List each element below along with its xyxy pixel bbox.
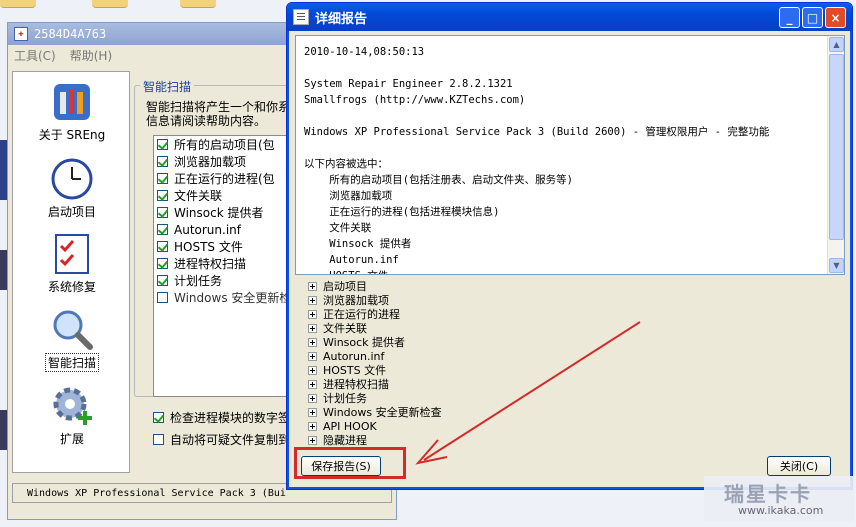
watermark: 瑞星卡卡 www.ikaka.com	[704, 476, 854, 522]
watermark-brand: 瑞星卡卡	[724, 482, 812, 506]
watermark-url: www.ikaka.com	[738, 504, 824, 517]
arrow-annotation	[415, 321, 641, 465]
